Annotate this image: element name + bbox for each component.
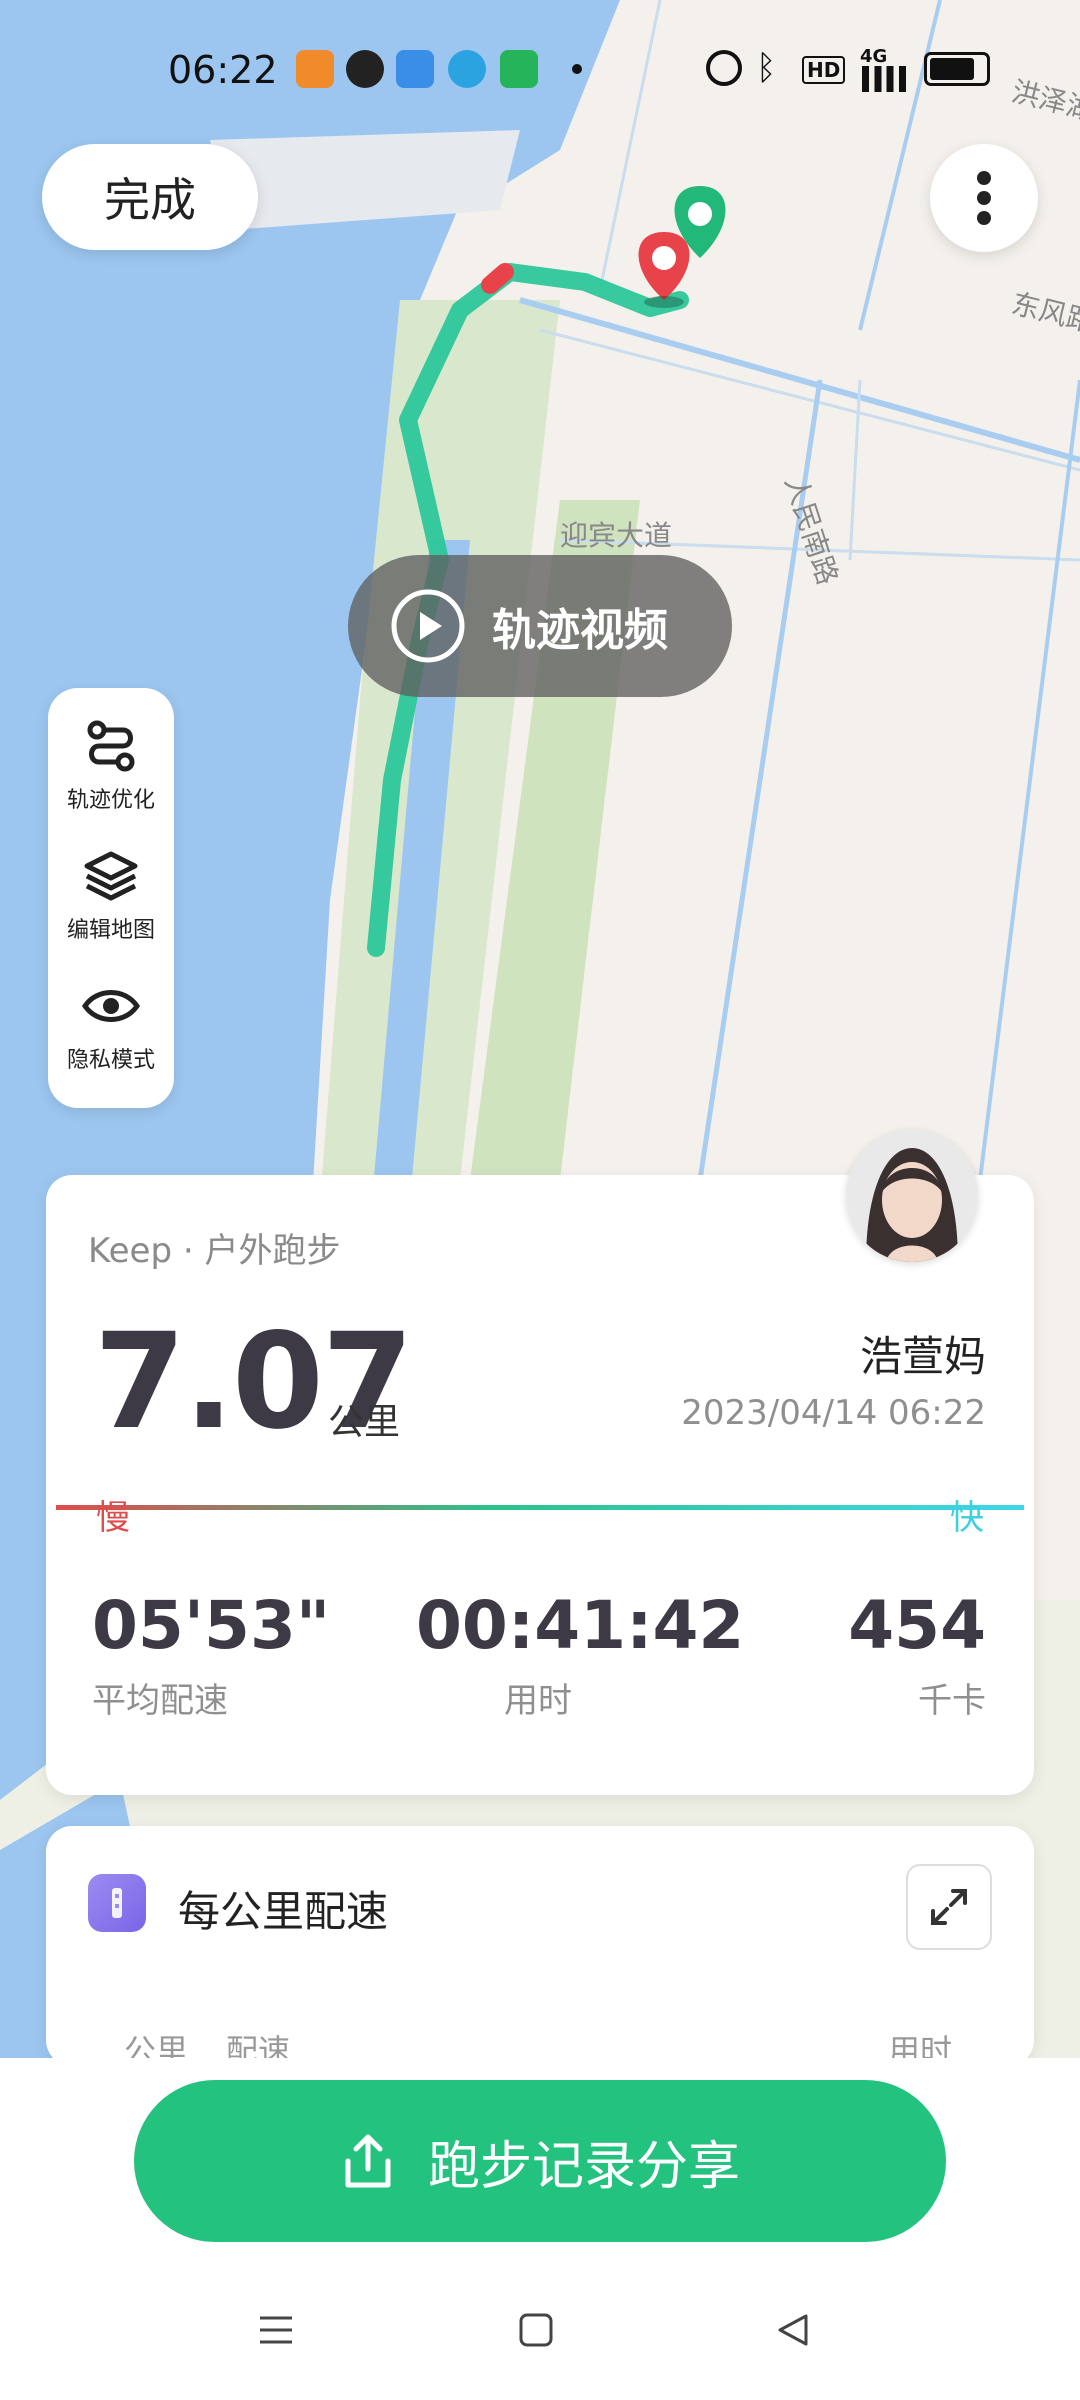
activity-source: Keep · 户外跑步 — [88, 1231, 341, 1271]
distance-unit: 公里 — [328, 1402, 401, 1443]
hd-badge: HD — [802, 56, 846, 84]
tool-route-optimize[interactable]: 轨迹优化 — [48, 718, 174, 814]
play-icon — [391, 589, 465, 663]
tool-label: 编辑地图 — [66, 918, 155, 943]
home-icon[interactable] — [516, 2310, 556, 2350]
wechat-icon — [346, 50, 384, 88]
pace-gradient-bar — [56, 1505, 1024, 1510]
network-label: 4G — [860, 46, 888, 67]
share-label: 跑步记录分享 — [427, 2136, 740, 2197]
eye-icon — [81, 990, 141, 1022]
status-bar: 06:22 ᛒ HD 4G — [0, 40, 1080, 100]
health-app-icon — [296, 50, 334, 88]
battery-icon — [924, 52, 990, 86]
calories-value: 454 — [848, 1587, 986, 1664]
share-icon — [345, 2134, 391, 2188]
avatar[interactable] — [846, 1130, 978, 1262]
avg-pace-value: 05'53" — [92, 1587, 331, 1664]
run-datetime: 2023/04/14 06:22 — [681, 1393, 986, 1433]
avg-pace-label: 平均配速 — [92, 1681, 228, 1721]
duration-value: 00:41:42 — [416, 1587, 745, 1664]
pace-chart-icon — [88, 1874, 146, 1932]
pace-card-title: 每公里配速 — [178, 1887, 389, 1936]
app-icon — [500, 50, 538, 88]
run-summary-card: Keep · 户外跑步 7.07 公里 浩萱妈 2023/04/14 06:22… — [46, 1175, 1034, 1795]
fast-label: 快 — [950, 1498, 984, 1538]
signal-icon — [862, 66, 906, 92]
road-label-yingbin: 迎宾大道 — [560, 519, 672, 552]
user-name: 浩萱妈 — [859, 1332, 986, 1381]
tool-label: 隐私模式 — [66, 1048, 155, 1073]
expand-button[interactable] — [906, 1864, 992, 1950]
alarm-icon — [706, 50, 742, 86]
slow-label: 慢 — [96, 1498, 130, 1538]
status-time: 06:22 — [168, 48, 278, 92]
more-options-button[interactable] — [930, 144, 1038, 252]
browser-icon — [396, 50, 434, 88]
duration-label: 用时 — [504, 1681, 572, 1721]
bluetooth-icon: ᛒ — [756, 48, 777, 88]
telegram-icon — [448, 50, 486, 88]
done-button[interactable]: 完成 — [42, 144, 258, 250]
back-icon[interactable] — [772, 2310, 812, 2350]
tool-label: 轨迹优化 — [66, 788, 155, 813]
more-vertical-icon — [977, 171, 991, 225]
tool-privacy-mode[interactable]: 隐私模式 — [48, 978, 174, 1074]
route-icon — [87, 720, 135, 772]
system-nav-bar — [0, 2290, 1080, 2380]
user-photo — [846, 1130, 978, 1262]
calories-label: 千卡 — [918, 1681, 986, 1721]
menu-icon[interactable] — [256, 2310, 296, 2350]
tool-edit-map[interactable]: 编辑地图 — [48, 848, 174, 944]
share-run-button[interactable]: 跑步记录分享 — [134, 2080, 946, 2242]
expand-icon — [931, 1889, 967, 1925]
track-video-button[interactable]: 轨迹视频 — [348, 555, 732, 697]
pace-per-km-card: 每公里配速 公里 配速 用时 — [46, 1826, 1034, 2070]
dot-icon — [572, 64, 582, 74]
map-tools-panel: 轨迹优化 编辑地图 隐私模式 — [48, 688, 174, 1108]
layers-icon — [84, 851, 138, 901]
track-video-label: 轨迹视频 — [492, 605, 668, 656]
